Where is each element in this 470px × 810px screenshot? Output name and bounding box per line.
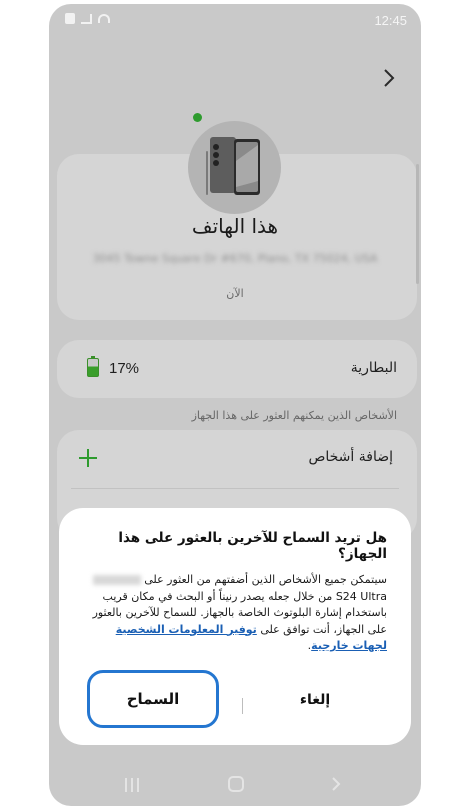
battery-value: 17% [109, 360, 140, 377]
status-icons [65, 13, 110, 24]
divider [71, 488, 399, 489]
recent-apps-icon[interactable] [125, 778, 139, 792]
button-separator [242, 698, 243, 714]
cancel-button[interactable]: إلغاء [255, 680, 375, 720]
navigation-bar [49, 770, 421, 806]
device-address: 3045 Towne Square Dr #670, Plano, TX 750… [92, 252, 378, 265]
signal-icon [81, 13, 92, 24]
status-time: 12:45 [374, 13, 407, 28]
blurred-owner-name [92, 575, 141, 585]
status-bar: 12:45 [49, 4, 421, 36]
device-model: S24 Ultra [335, 589, 387, 603]
permission-dialog: هل تريد السماح للآخرين بالعثور على هذا ا… [59, 508, 411, 745]
chevron-right-icon[interactable] [381, 67, 397, 89]
device-image [188, 121, 281, 214]
device-last-seen: الآن [226, 287, 244, 300]
plus-icon[interactable] [79, 449, 97, 467]
wifi-icon [98, 14, 110, 23]
dialog-body: سيتمكن جميع الأشخاص الذين أضفتهم من العث… [81, 572, 387, 655]
back-icon[interactable] [331, 777, 341, 791]
dialog-title: هل تريد السماح للآخرين بالعثور على هذا ا… [118, 530, 387, 562]
battery-label: البطارية [350, 360, 397, 376]
dialog-body-part1: سيتمكن جميع الأشخاص الذين أضفتهم من العث… [144, 573, 387, 586]
people-section-header: الأشخاص الذين يمكنهم العثور على هذا الجه… [191, 409, 397, 422]
phone-illustration [206, 137, 260, 195]
device-name: هذا الهاتف [191, 214, 279, 238]
add-people-button[interactable]: إضافة أشخاص [308, 449, 393, 465]
battery-icon [87, 358, 99, 377]
home-icon[interactable] [228, 776, 244, 792]
allow-button[interactable]: السماح [87, 670, 219, 728]
sim-icon [65, 13, 75, 24]
scrollbar[interactable] [416, 164, 419, 284]
